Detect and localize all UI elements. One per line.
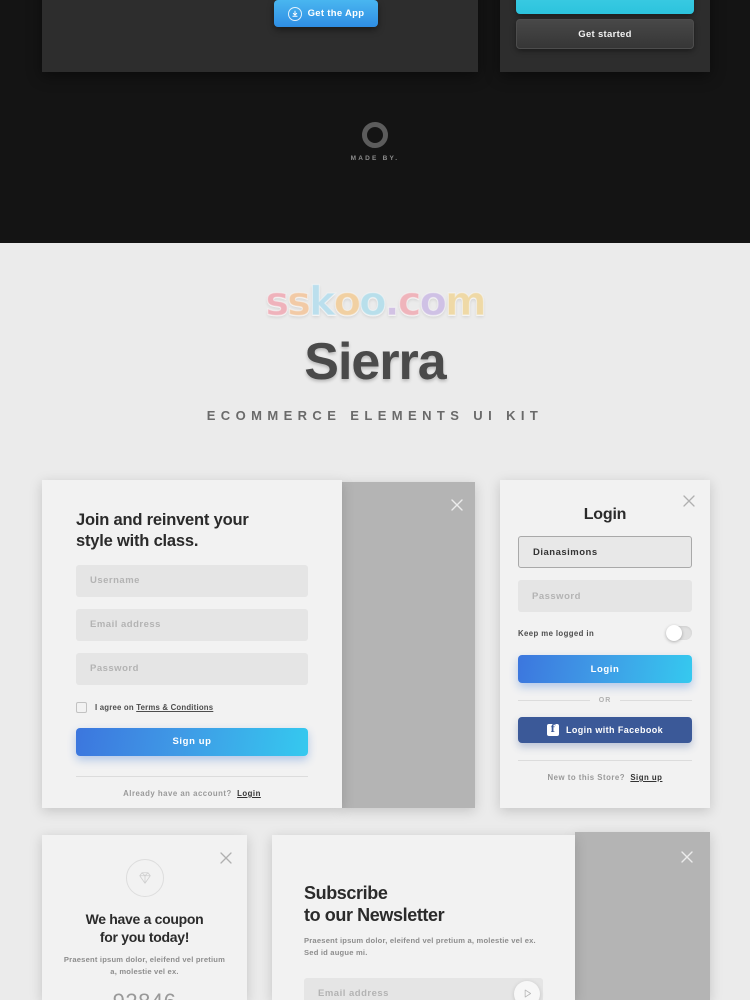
close-icon[interactable] bbox=[682, 494, 696, 508]
branding-block: sskoo.com Sierra ECOMMERCE ELEMENTS UI K… bbox=[0, 243, 750, 423]
watermark-letter-0: s bbox=[265, 278, 290, 325]
login-title: Login bbox=[583, 506, 627, 523]
diamond-icon bbox=[138, 872, 151, 884]
close-icon[interactable] bbox=[680, 850, 694, 864]
watermark-letter-1: s bbox=[287, 278, 312, 325]
terms-agreement-row: I agree on Terms & Conditions bbox=[76, 701, 308, 713]
password-input[interactable] bbox=[76, 652, 308, 685]
newsletter-email-input[interactable] bbox=[304, 977, 543, 1000]
coupon-description: Praesent ipsum dolor, eleifend vel preti… bbox=[63, 955, 226, 977]
signup-footer: Already have an account? Login bbox=[76, 789, 308, 798]
made-by-block: MADE BY. bbox=[0, 122, 750, 162]
sign-up-button[interactable]: Sign up bbox=[76, 727, 308, 756]
login-with-facebook-button[interactable]: f Login with Facebook bbox=[518, 717, 692, 743]
watermark-letter-5: . bbox=[384, 278, 400, 325]
terms-conditions-link[interactable]: Terms & Conditions bbox=[136, 703, 213, 712]
login-link[interactable]: Login bbox=[237, 789, 261, 798]
coupon-card: We have a coupon for you today! Praesent … bbox=[42, 835, 247, 1000]
get-the-app-button[interactable]: Get the App bbox=[274, 0, 378, 27]
or-divider: OR bbox=[518, 697, 692, 704]
keep-logged-in-label: Keep me logged in bbox=[518, 628, 595, 638]
username-input[interactable] bbox=[76, 564, 308, 597]
coupon-title: We have a coupon for you today! bbox=[85, 911, 204, 945]
newsletter-input-row bbox=[304, 977, 543, 1000]
newsletter-card: Subscribe to our Newsletter Praesent ipsu… bbox=[272, 835, 575, 1000]
sskoo-watermark-logo: sskoo.com bbox=[255, 278, 495, 326]
download-circle-icon bbox=[287, 6, 302, 21]
keep-logged-in-row: Keep me logged in bbox=[518, 625, 692, 641]
watermark-letter-7: o bbox=[419, 278, 448, 325]
dark-panel-app-promo: Get the App bbox=[42, 0, 478, 72]
facebook-icon: f bbox=[546, 724, 559, 736]
divider-line-right bbox=[620, 700, 692, 701]
signup-title: Join and reinvent your style with class. bbox=[76, 511, 249, 551]
newsletter-send-button[interactable] bbox=[514, 980, 540, 1000]
watermark-letter-3: o bbox=[333, 278, 362, 325]
signup-footer-text: Already have an account? bbox=[123, 788, 232, 798]
watermark-letter-6: c bbox=[397, 278, 422, 325]
close-icon[interactable] bbox=[450, 498, 464, 512]
or-label: OR bbox=[598, 697, 612, 704]
coupon-code: 92846 bbox=[60, 989, 229, 1000]
watermark-letter-2: k bbox=[308, 278, 336, 325]
terms-checkbox[interactable] bbox=[76, 701, 87, 713]
facebook-button-label: Login with Facebook bbox=[565, 725, 664, 735]
email-input[interactable] bbox=[76, 608, 308, 641]
sign-up-link[interactable]: Sign up bbox=[630, 773, 662, 782]
watermark-letter-8: m bbox=[444, 278, 487, 325]
page-title: Sierra bbox=[304, 333, 446, 391]
login-username-input[interactable] bbox=[518, 536, 692, 568]
made-by-label: MADE BY. bbox=[350, 155, 400, 162]
login-password-input[interactable] bbox=[518, 580, 692, 612]
signup-image-placeholder bbox=[342, 482, 475, 808]
diamond-icon-wrap bbox=[125, 859, 164, 897]
login-button[interactable]: Login bbox=[518, 655, 692, 683]
close-icon[interactable] bbox=[219, 851, 233, 865]
page-root: Get the App Get started MADE BY. sskoo.c… bbox=[0, 0, 750, 1000]
get-the-app-label: Get the App bbox=[307, 8, 365, 19]
signup-divider bbox=[76, 775, 308, 777]
dark-panel-onboarding: Get started bbox=[500, 0, 710, 72]
newsletter-description: Praesent ipsum dolor, eleifend vel preti… bbox=[304, 935, 536, 958]
toggle-knob bbox=[666, 625, 682, 641]
terms-agreement-label: I agree on Terms & Conditions bbox=[95, 703, 213, 712]
watermark-letter-4: o bbox=[358, 278, 387, 325]
terms-prefix: I agree on bbox=[95, 702, 137, 712]
login-card: Login Keep me logged in Login OR f Login… bbox=[500, 480, 710, 808]
signup-card: Join and reinvent your style with class. … bbox=[42, 480, 342, 808]
newsletter-title: Subscribe to our Newsletter bbox=[304, 883, 445, 925]
send-arrow-icon bbox=[524, 990, 531, 998]
divider-line-left bbox=[518, 700, 590, 701]
newsletter-image-placeholder bbox=[575, 832, 710, 1000]
ring-logo-icon bbox=[362, 122, 388, 148]
keep-logged-in-toggle[interactable] bbox=[666, 625, 692, 641]
dark-hero-section: Get the App Get started MADE BY. bbox=[0, 0, 750, 243]
cyan-cta-button[interactable] bbox=[516, 0, 694, 14]
login-footer-text: New to this Store? bbox=[547, 773, 625, 782]
get-started-button[interactable]: Get started bbox=[516, 19, 694, 49]
login-footer: New to this Store? Sign up bbox=[518, 773, 692, 782]
login-divider bbox=[518, 760, 692, 761]
page-subtitle: ECOMMERCE ELEMENTS UI KIT bbox=[206, 408, 544, 423]
